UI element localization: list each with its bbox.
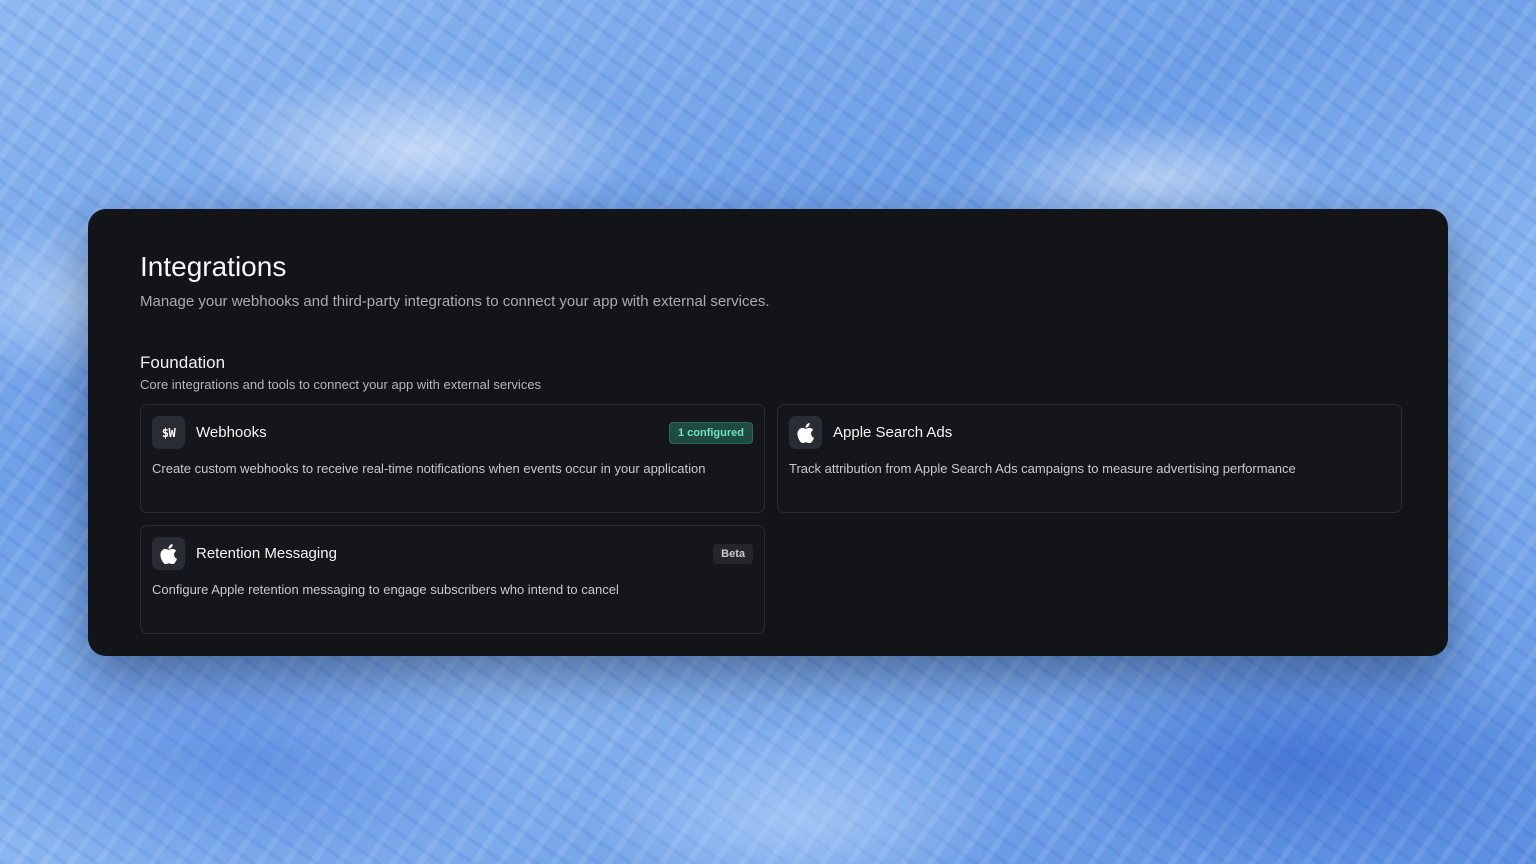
card-header: Apple Search Ads: [789, 416, 1390, 449]
integration-description: Configure Apple retention messaging to e…: [152, 582, 619, 597]
integration-card-retention-messaging[interactable]: Retention Messaging Beta Configure Apple…: [140, 525, 765, 634]
section-title: Foundation: [140, 353, 226, 372]
integration-name: Webhooks: [196, 424, 267, 441]
card-header: Retention Messaging Beta: [152, 537, 753, 570]
integrations-grid: $W Webhooks 1 configured Create custom w…: [140, 404, 1402, 634]
apple-icon: [789, 416, 822, 449]
page-subtitle: Manage your webhooks and third-party int…: [140, 293, 770, 310]
webhooks-logo-icon: $W: [152, 416, 185, 449]
integration-card-apple-search-ads[interactable]: Apple Search Ads Track attribution from …: [777, 404, 1402, 513]
integration-description: Create custom webhooks to receive real-t…: [152, 461, 706, 476]
status-badge: 1 configured: [668, 421, 753, 444]
integration-description: Track attribution from Apple Search Ads …: [789, 461, 1296, 476]
webhooks-logo-text: $W: [161, 425, 176, 440]
page-title: Integrations: [140, 251, 287, 282]
beta-badge: Beta: [713, 543, 753, 564]
integration-name: Retention Messaging: [196, 545, 337, 562]
integration-name: Apple Search Ads: [833, 424, 953, 441]
card-header: $W Webhooks 1 configured: [152, 416, 753, 449]
section-subtitle: Core integrations and tools to connect y…: [140, 377, 542, 392]
apple-icon: [152, 537, 185, 570]
integrations-panel: Integrations Manage your webhooks and th…: [88, 209, 1448, 656]
integration-card-webhooks[interactable]: $W Webhooks 1 configured Create custom w…: [140, 404, 765, 513]
